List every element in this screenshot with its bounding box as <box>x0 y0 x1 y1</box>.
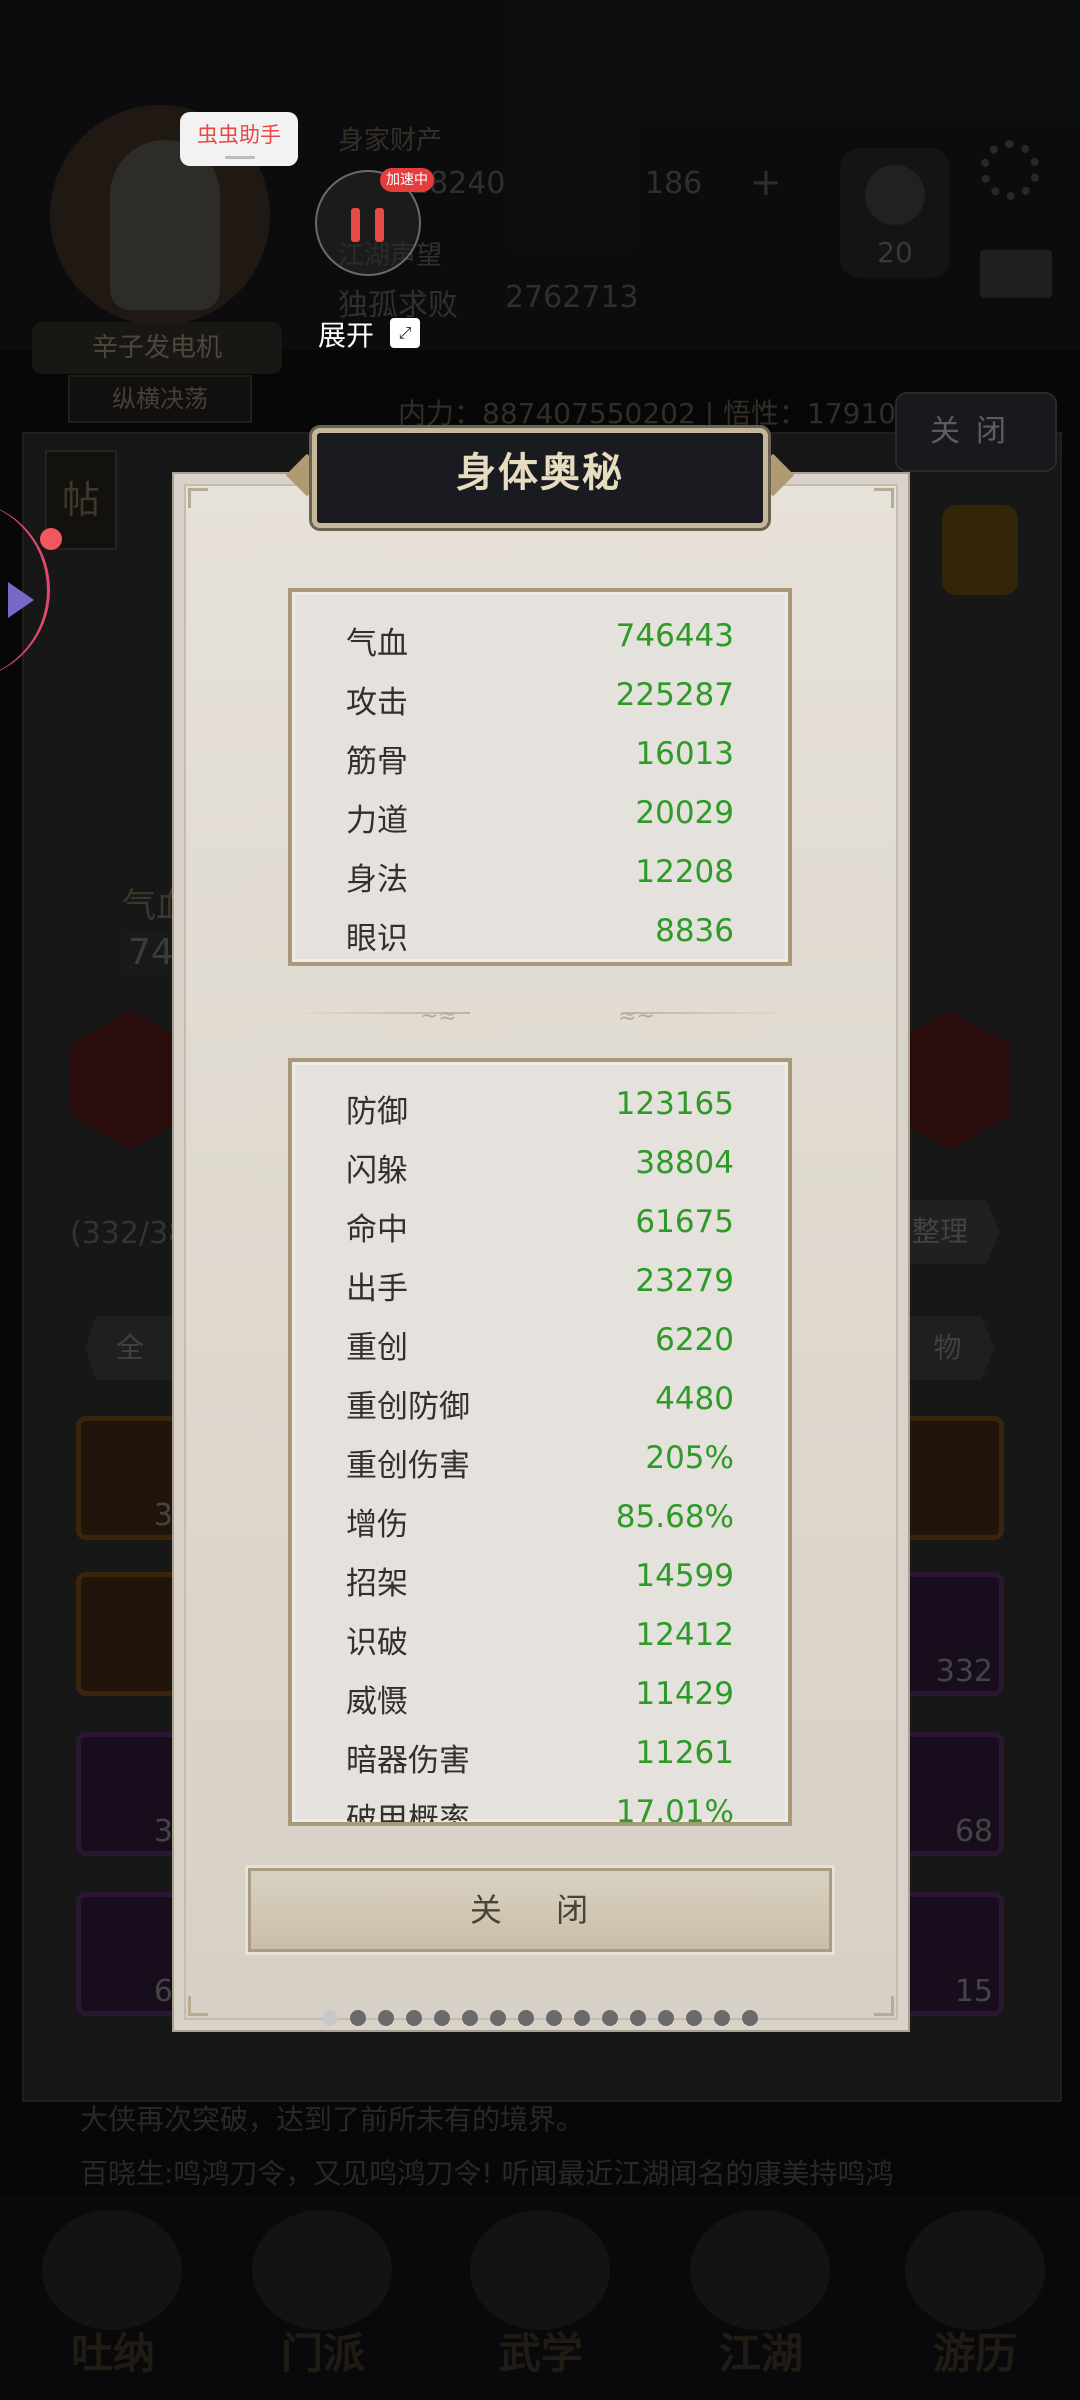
stat-row: 气血 746443 <box>292 610 788 668</box>
stat-label: 重创伤害 <box>346 1448 470 1484</box>
stat-value: 11261 <box>635 1735 734 1771</box>
stat-row: 增伤 85.68% <box>292 1491 788 1549</box>
stat-row: 筋骨 16013 <box>292 728 788 786</box>
stat-row: 防御 123165 <box>292 1078 788 1136</box>
stat-label: 攻击 <box>346 685 408 721</box>
divider-ornament: ~≈ <box>420 1004 457 1029</box>
corner-ornament <box>874 1996 894 2016</box>
page-dot[interactable] <box>406 2010 422 2026</box>
page-dot[interactable] <box>602 2010 618 2026</box>
page-dot[interactable] <box>350 2010 366 2026</box>
stat-label: 筋骨 <box>346 744 408 780</box>
divider-right <box>622 1012 792 1014</box>
divider-ornament: ≈~ <box>618 1004 655 1029</box>
stat-label: 识破 <box>346 1625 408 1661</box>
stat-label: 暗器伤害 <box>346 1743 470 1779</box>
page-dot[interactable] <box>658 2010 674 2026</box>
stat-row: 攻击 225287 <box>292 669 788 727</box>
stat-row: 力道 20029 <box>292 787 788 845</box>
page-dot[interactable] <box>686 2010 702 2026</box>
stat-label: 气血 <box>346 626 408 662</box>
stat-value: 85.68% <box>615 1499 734 1535</box>
stat-value: 8836 <box>655 913 734 949</box>
stat-label: 眼识 <box>346 921 408 957</box>
stat-row: 识破 12412 <box>292 1609 788 1667</box>
page-dot[interactable] <box>378 2010 394 2026</box>
stat-value: 38804 <box>635 1145 734 1181</box>
corner-ornament <box>188 488 208 508</box>
arrow-right-icon[interactable] <box>8 582 34 618</box>
page-dot[interactable] <box>322 2010 338 2026</box>
stat-value: 14599 <box>635 1558 734 1594</box>
stat-row: 闪躲 38804 <box>292 1137 788 1195</box>
stat-value: 4480 <box>655 1381 734 1417</box>
expand-icon[interactable]: ⤢ <box>390 318 420 348</box>
page-dot[interactable] <box>462 2010 478 2026</box>
stat-value: 17.01% <box>615 1794 734 1826</box>
stat-label: 闪躲 <box>346 1153 408 1189</box>
stat-row: 出手 23279 <box>292 1255 788 1313</box>
stat-label: 重创 <box>346 1330 408 1366</box>
page-dot[interactable] <box>714 2010 730 2026</box>
stat-row: 暗器伤害 11261 <box>292 1727 788 1785</box>
pause-icon <box>351 208 360 242</box>
stat-value: 61675 <box>635 1204 734 1240</box>
stat-row: 威慑 11429 <box>292 1668 788 1726</box>
stat-row: 重创防御 4480 <box>292 1373 788 1431</box>
corner-ornament <box>874 488 894 508</box>
drag-handle-icon <box>225 156 255 159</box>
page-dot[interactable] <box>518 2010 534 2026</box>
stat-value: 20029 <box>635 795 734 831</box>
stat-value: 16013 <box>635 736 734 772</box>
corner-ornament <box>188 1996 208 2016</box>
stat-label: 身法 <box>346 862 408 898</box>
stat-value: 11429 <box>635 1676 734 1712</box>
stat-label: 破甲概率 <box>346 1802 470 1826</box>
stat-value: 746443 <box>615 618 734 654</box>
stat-value: 6220 <box>655 1322 734 1358</box>
accelerating-badge: 加速中 <box>380 168 434 192</box>
page-indicator <box>310 2010 770 2026</box>
notification-dot <box>40 528 62 550</box>
close-button[interactable]: 关 闭 <box>248 1868 832 1952</box>
stat-row: 破甲概率 17.01% <box>292 1786 788 1826</box>
stat-value: 123165 <box>615 1086 734 1122</box>
page-dot[interactable] <box>574 2010 590 2026</box>
combat-stats-panel[interactable]: 防御 123165 闪躲 38804 命中 61675 出手 23279 重创 6220 … <box>288 1058 792 1826</box>
stat-row: 招架 14599 <box>292 1550 788 1608</box>
stat-label: 防御 <box>346 1094 408 1130</box>
stat-value: 23279 <box>635 1263 734 1299</box>
page-dot[interactable] <box>742 2010 758 2026</box>
expand-label[interactable]: 展开 <box>318 314 374 354</box>
stat-value: 12412 <box>635 1617 734 1653</box>
stat-row: 眼识 8836 <box>292 905 788 963</box>
page-dot[interactable] <box>434 2010 450 2026</box>
stat-label: 命中 <box>346 1212 408 1248</box>
stat-label: 出手 <box>346 1271 408 1307</box>
stat-value: 12208 <box>635 854 734 890</box>
base-stats-panel: 气血 746443 攻击 225287 筋骨 16013 力道 20029 身法 1220… <box>288 588 792 966</box>
page-dot[interactable] <box>490 2010 506 2026</box>
stat-row: 重创伤害 205% <box>292 1432 788 1490</box>
stat-value: 225287 <box>615 677 734 713</box>
stat-row: 身法 12208 <box>292 846 788 904</box>
page-dot[interactable] <box>630 2010 646 2026</box>
stat-label: 增伤 <box>346 1507 408 1543</box>
stat-value: 205% <box>645 1440 734 1476</box>
page-dot[interactable] <box>546 2010 562 2026</box>
dialog-title: 身体奥秘 <box>456 450 624 496</box>
stat-label: 招架 <box>346 1566 408 1602</box>
stat-row: 重创 6220 <box>292 1314 788 1372</box>
stat-label: 重创防御 <box>346 1389 470 1425</box>
stat-label: 力道 <box>346 803 408 839</box>
pause-icon <box>375 208 384 242</box>
stat-label: 威慑 <box>346 1684 408 1720</box>
stat-row: 命中 61675 <box>292 1196 788 1254</box>
